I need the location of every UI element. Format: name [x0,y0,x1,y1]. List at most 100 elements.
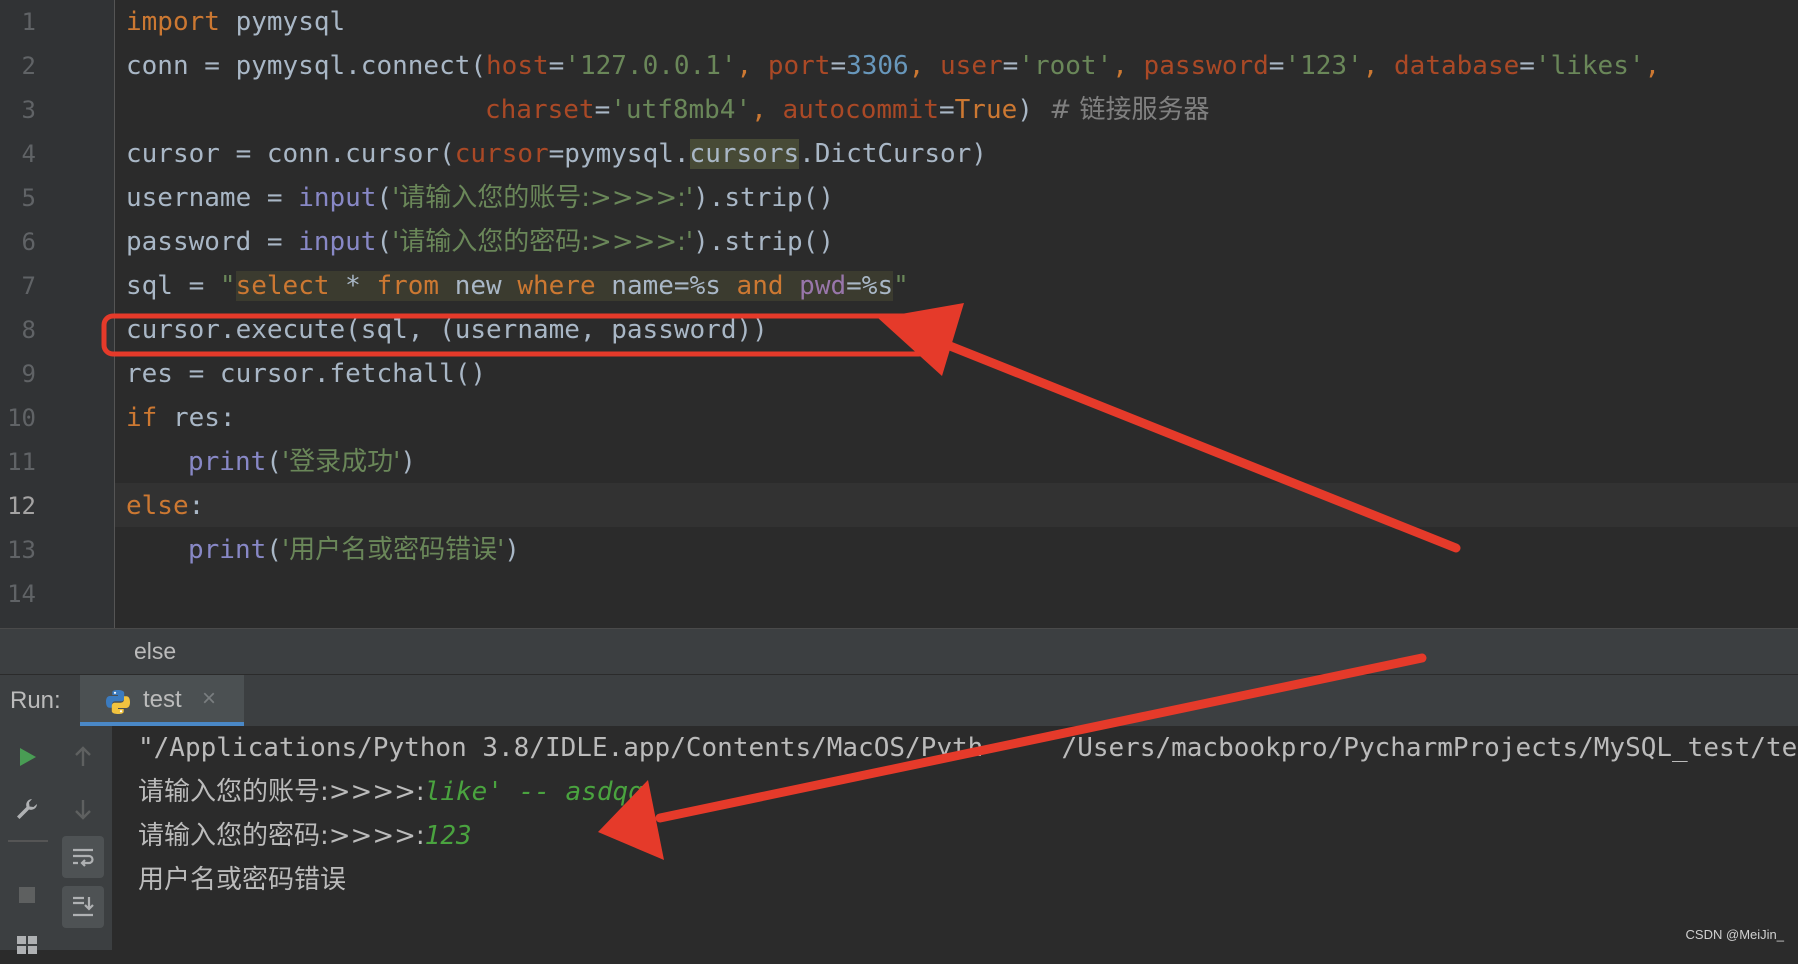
layout-icon [17,936,37,954]
code-text: = [1519,51,1535,81]
line-number: 6 [21,228,36,256]
up-stack-button[interactable] [62,736,104,778]
code-text: ).strip() [693,183,834,213]
code-text: new [439,271,518,301]
code-text: ( [376,183,393,213]
code-line-9[interactable]: res = cursor.fetchall() [126,352,486,396]
code-text: : [188,491,205,521]
code-text: password = [126,227,299,257]
comma: , [1362,51,1395,81]
settings-button[interactable] [6,788,48,830]
stop-button[interactable] [6,874,48,916]
down-stack-button[interactable] [62,788,104,830]
sql-keyword: and [736,271,784,301]
code-line-12[interactable]: else: [126,484,204,528]
code-text: = [1002,51,1019,81]
code-text: =pymysql. [548,139,690,169]
sql-keyword: where [517,271,596,301]
breadcrumb[interactable]: else [0,628,1798,675]
tab-label: test [143,686,182,713]
string-literal: '127.0.0.1' [564,51,737,81]
console-command-line: "/Applications/Python 3.8/IDLE.app/Conte… [138,733,1798,763]
code-text: * [329,271,377,301]
keyword: True [954,95,1018,125]
string-quote: " [219,271,236,301]
param-name: host [486,51,549,81]
number-literal: 3306 [846,51,909,81]
code-line-6[interactable]: password = input('请输入您的密码:>>>>:').strip(… [126,220,834,264]
scroll-to-end-button[interactable] [62,886,104,928]
code-line-7[interactable]: sql = "select * from new where name=%s a… [126,264,909,308]
console-result: 用户名或密码错误 [138,865,347,895]
keyword: else [126,491,189,521]
code-line-13[interactable]: print('用户名或密码错误') [188,528,520,572]
code-text: ( [266,535,282,565]
code-text: = [548,51,565,81]
code-text: ( [266,447,282,477]
string-literal: '登录成功' [281,447,401,477]
string-literal: 'utf8mb4' [610,95,752,125]
param-name: user [940,51,1003,81]
console-user-input: 123 [424,821,472,851]
builtin-function: input [298,227,377,257]
line-number: 3 [21,96,36,124]
code-text: = [938,95,955,125]
code-line-5[interactable]: username = input('请输入您的账号:>>>>:').strip(… [126,176,834,220]
code-text: ).strip() [693,227,834,257]
tab-test[interactable]: test × [80,675,244,727]
code-line-1[interactable]: import pymysql [126,0,345,44]
code-line-3[interactable]: charset='utf8mb4', autocommit=True) # 链接… [485,88,1210,132]
line-number: 10 [7,404,36,432]
code-editor[interactable]: 1 2 3 4 5 6 7 8 9 10 11 12 13 14 import … [0,0,1798,628]
code-line-4[interactable]: cursor = conn.cursor(cursor=pymysql.curs… [126,132,987,176]
code-text: username = [126,183,299,213]
current-line-highlight [115,483,1798,527]
code-line-11[interactable]: print('登录成功') [188,440,416,484]
watermark: CSDN @MeiJin_ [1685,927,1784,942]
code-line-10[interactable]: if res: [126,396,236,440]
line-number: 9 [21,360,36,388]
string-literal: '123' [1284,51,1363,81]
param-name: charset [485,95,595,125]
layout-button[interactable] [6,922,48,964]
line-number: 1 [21,8,36,36]
line-number: 11 [7,448,36,476]
stop-icon [19,887,35,903]
console-line: 请输入您的密码:>>>>:123 [138,814,472,858]
code-text: sql = [126,271,220,301]
builtin-function: input [298,183,377,213]
comma: , [751,95,783,125]
keyword: if [126,403,158,433]
sql-column: pwd [799,271,847,301]
line-number: 2 [21,52,36,80]
string-quote: " [893,271,909,301]
param-name: password [1143,51,1269,81]
comma: , [908,51,941,81]
code-line-2[interactable]: conn = pymysql.connect(host='127.0.0.1',… [126,44,1660,88]
console-line: 请输入您的账号:>>>>:like' -- asdqq [138,770,644,814]
console-prompt: 请输入您的密码:>>>>: [138,821,425,851]
arrow-up-icon [75,746,91,766]
builtin-function: print [188,535,267,565]
comma: , [1644,51,1661,81]
sql-keyword: from [376,271,440,301]
code-text: = [1268,51,1285,81]
code-text: ) [1017,95,1033,125]
wrench-icon [17,799,37,819]
console-user-input: like' -- asdqq [424,777,644,807]
breadcrumb-item[interactable]: else [134,638,176,665]
run-console[interactable]: "/Applications/Python 3.8/IDLE.app/Conte… [0,726,1798,954]
line-number: 14 [7,580,36,608]
rerun-button[interactable] [6,736,48,778]
run-label: Run: [10,687,61,714]
line-number-gutter: 1 2 3 4 5 6 7 8 9 10 11 12 13 14 [0,0,115,628]
soft-wrap-button[interactable] [62,836,104,878]
run-toolbar [0,726,113,954]
comma: , [736,51,768,81]
line-number: 8 [21,316,36,344]
code-line-8[interactable]: cursor.execute(sql, (username, password)… [126,308,768,352]
string-literal: '请输入您的账号:>>>>:' [392,183,694,213]
string-literal: 'root' [1018,51,1113,81]
close-icon[interactable]: × [202,685,216,713]
